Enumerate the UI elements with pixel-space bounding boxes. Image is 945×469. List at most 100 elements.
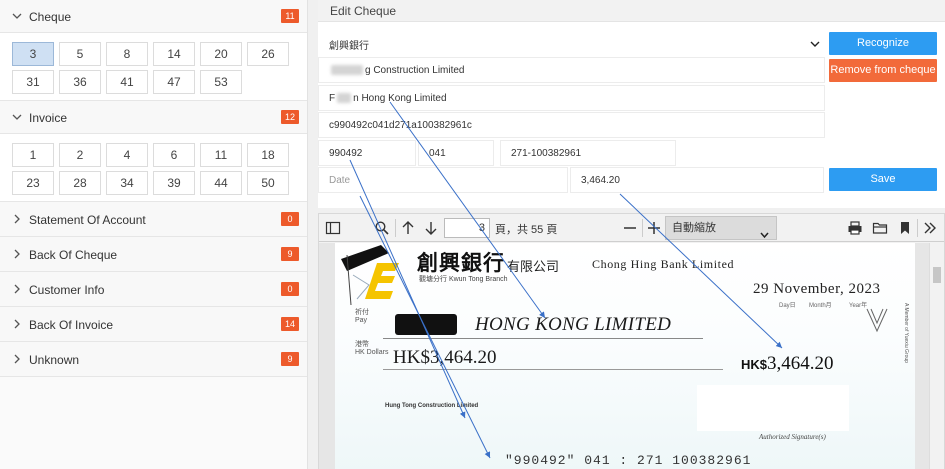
- branch-name: 觀塘分行 Kwun Tong Branch: [419, 276, 508, 283]
- edit-cheque-form: Edit Cheque 創興銀行 Recognize g Constructio…: [318, 0, 945, 208]
- viewer-page-area[interactable]: 創興銀行 有限公司 觀塘分行 Kwun Tong Branch Chong Hi…: [319, 243, 929, 469]
- amount-value: 3,464.20: [581, 174, 620, 186]
- collapsed-sections: Statement Of Account 0 Back Of Cheque 9 Cust…: [0, 202, 307, 377]
- page-chip[interactable]: 36: [59, 70, 101, 94]
- section-header-customer-info[interactable]: Customer Info 0: [0, 272, 307, 307]
- page-chip[interactable]: 14: [153, 42, 195, 66]
- pay-label: 祈付 Pay: [355, 309, 369, 324]
- section-label: Statement Of Account: [29, 213, 146, 227]
- section-header-cheque[interactable]: Cheque 11: [0, 0, 307, 33]
- page-chip[interactable]: 34: [106, 171, 148, 195]
- page-chip[interactable]: 4: [106, 143, 148, 167]
- signature-area: [697, 385, 849, 431]
- scrollbar-thumb[interactable]: [933, 267, 941, 283]
- hash-value: c990492c041d271a100382961c: [329, 119, 472, 131]
- count-badge: 12: [281, 110, 299, 124]
- amount-field[interactable]: 3,464.20: [570, 167, 824, 193]
- arrow-down-icon[interactable]: [423, 220, 439, 236]
- section-header-back-of-cheque[interactable]: Back Of Cheque 9: [0, 237, 307, 272]
- micr-line: "990492" 041 : 271 100382961: [505, 453, 752, 468]
- page-chip[interactable]: 2: [59, 143, 101, 167]
- page-chip[interactable]: 20: [200, 42, 242, 66]
- main-panel: Edit Cheque 創興銀行 Recognize g Constructio…: [318, 0, 945, 469]
- drawer-visible-text: g Construction Limited: [365, 64, 465, 76]
- day-label: Day日: [779, 303, 796, 309]
- cheque-payee: HONG KONG LIMITED: [475, 314, 672, 335]
- section-header-statement-of-account[interactable]: Statement Of Account 0: [0, 202, 307, 237]
- bank-logo: [341, 245, 399, 305]
- section-header-back-of-invoice[interactable]: Back Of Invoice 14: [0, 307, 307, 342]
- date-field[interactable]: Date: [318, 167, 568, 193]
- redacted-text: [331, 65, 363, 75]
- zoom-in-icon[interactable]: [646, 220, 662, 236]
- chevron-down-icon: [12, 10, 22, 22]
- toolbar-divider: [917, 219, 918, 237]
- chevron-down-icon: [810, 39, 820, 52]
- save-button[interactable]: Save: [829, 168, 937, 191]
- cheque-number-field[interactable]: 990492: [318, 140, 416, 166]
- page-chip[interactable]: 6: [153, 143, 195, 167]
- page-chip[interactable]: 26: [247, 42, 289, 66]
- page-chip[interactable]: 41: [106, 70, 148, 94]
- page-chip[interactable]: 39: [153, 171, 195, 195]
- section-label: Cheque: [29, 10, 72, 24]
- page-chip[interactable]: 18: [247, 143, 289, 167]
- count-badge: 0: [281, 282, 299, 296]
- payee-suffix: n Hong Kong Limited: [353, 92, 447, 104]
- print-icon[interactable]: [847, 220, 863, 236]
- page-chip[interactable]: 3: [12, 42, 54, 66]
- invoice-page-grid: 1 2 4 6 11 18 23 28 34 39 44 50: [0, 134, 307, 202]
- page-chip[interactable]: 53: [200, 70, 242, 94]
- section-header-invoice[interactable]: Invoice 12: [0, 101, 307, 134]
- vertical-scrollbar[interactable]: [929, 243, 944, 469]
- search-icon[interactable]: [374, 220, 390, 236]
- chevron-right-icon: [12, 318, 22, 330]
- page-chip[interactable]: 23: [12, 171, 54, 195]
- amount-currency: HK$: [741, 357, 768, 372]
- cheque-page-grid: 3 5 8 14 20 26 31 36 41 47 53: [0, 33, 307, 101]
- pdf-viewer: 3 頁，共 55 頁 自動縮放 創興銀行 有限公司 觀塘分行 Kwun Tong…: [318, 213, 945, 469]
- chevron-right-icon: [12, 283, 22, 295]
- chevron-right-icon: [12, 353, 22, 365]
- sidebar-toggle-icon[interactable]: [325, 220, 341, 236]
- account-number-value: 271-100382961: [511, 147, 582, 159]
- page-chip[interactable]: 1: [12, 143, 54, 167]
- cheque-date: 29 November, 2023: [753, 281, 881, 297]
- bank-name-chinese-suffix: 有限公司: [507, 260, 560, 275]
- section-label: Back Of Invoice: [29, 318, 114, 332]
- section-header-unknown[interactable]: Unknown 9: [0, 342, 307, 377]
- remove-from-cheque-button[interactable]: Remove from cheque: [829, 59, 937, 82]
- page-chip[interactable]: 5: [59, 42, 101, 66]
- bookmark-icon[interactable]: [897, 220, 913, 236]
- page-total-label: 頁，共 55 頁: [495, 224, 558, 236]
- bank-code-value: 041: [429, 147, 446, 159]
- page-chip[interactable]: 47: [153, 70, 195, 94]
- page-chip[interactable]: 31: [12, 70, 54, 94]
- hash-field[interactable]: c990492c041d271a100382961c: [318, 112, 825, 138]
- page-chip[interactable]: 50: [247, 171, 289, 195]
- page-number-input[interactable]: 3: [444, 218, 490, 238]
- recognize-button[interactable]: Recognize: [829, 32, 937, 55]
- bank-code-field[interactable]: 041: [418, 140, 494, 166]
- page-chip[interactable]: 44: [200, 171, 242, 195]
- viewer-toolbar: 3 頁，共 55 頁 自動縮放: [319, 214, 944, 242]
- arrow-up-icon[interactable]: [400, 220, 416, 236]
- bank-select[interactable]: 創興銀行: [318, 32, 825, 56]
- cheque-number-value: 990492: [329, 147, 363, 159]
- amount-box-value: 3,464.20: [767, 353, 834, 374]
- page-chip[interactable]: 28: [59, 171, 101, 195]
- redacted-text: [337, 93, 352, 103]
- chevron-right-icon: [12, 213, 22, 225]
- payee-field[interactable]: F n Hong Kong Limited: [318, 85, 825, 111]
- toolbar-divider: [395, 219, 396, 237]
- zoom-select[interactable]: 自動縮放: [665, 216, 777, 240]
- drawer-field[interactable]: g Construction Limited: [318, 57, 825, 83]
- zoom-out-icon[interactable]: [622, 220, 638, 236]
- page-chip[interactable]: 8: [106, 42, 148, 66]
- double-chevron-right-icon[interactable]: [922, 220, 938, 236]
- bank-stamp-icon: [866, 308, 888, 333]
- page-chip[interactable]: 11: [200, 143, 242, 167]
- account-number-field[interactable]: 271-100382961: [500, 140, 676, 166]
- bank-select-value: 創興銀行: [329, 40, 369, 52]
- open-folder-icon[interactable]: [872, 220, 888, 236]
